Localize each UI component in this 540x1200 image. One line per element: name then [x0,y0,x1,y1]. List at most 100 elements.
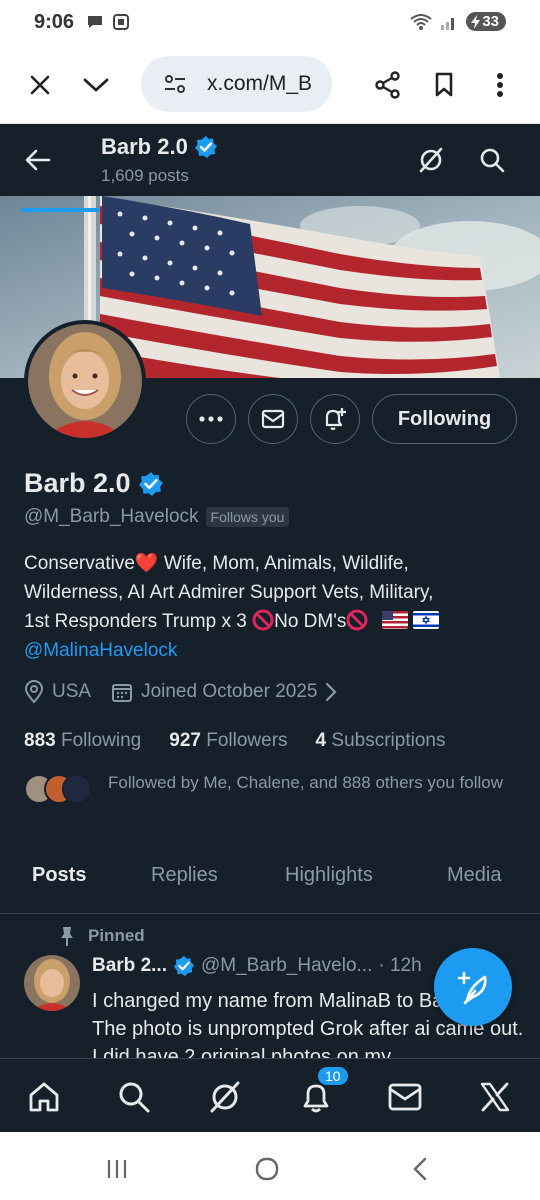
bio-mention-link[interactable]: @MalinaHavelock [24,636,524,665]
bio-line: Conservative❤️ Wife, Mom, Animals, Wildl… [24,553,409,574]
tab-highlights[interactable]: Highlights [285,864,373,887]
prohibited-icon [252,609,274,631]
minimize-button[interactable] [76,65,116,105]
browser-toolbar: x.com/M_B [0,46,540,124]
x-logo-icon [480,1082,510,1112]
location-icon [24,680,44,704]
grok-icon [419,147,443,173]
charging-icon [471,14,481,29]
chevron-right-icon[interactable] [325,682,338,702]
home-icon [29,1082,59,1112]
close-tab-button[interactable] [20,65,60,105]
back-system-button[interactable] [405,1154,435,1184]
bio-line: Wilderness, AI Art Admirer Support Vets,… [24,582,434,603]
back-arrow-icon [25,149,51,171]
profile-tabs: Posts Replies Highlights Media [0,846,540,914]
close-icon [30,75,50,95]
verified-badge-icon [194,136,217,158]
grok-icon [210,1081,240,1113]
x-app: Barb 2.0 1,609 posts Following Barb 2.0 … [0,124,540,1132]
back-chevron-icon [413,1157,427,1181]
tab-media[interactable]: Media [447,864,501,887]
signal-icon [441,17,455,30]
followed-by-row[interactable]: Followed by Me, Chalene, and 888 others … [24,770,524,820]
mail-icon [388,1083,422,1111]
nav-grok[interactable] [205,1077,245,1117]
status-notification-icons [86,13,130,31]
post-avatar[interactable] [24,955,80,1011]
more-vertical-icon [497,73,503,97]
bottom-navigation: 10 [0,1058,540,1132]
profile-counts: 883 Following 927 Followers 4 Subscripti… [24,730,445,752]
screenshot-status-icon [113,14,129,30]
notify-button[interactable] [310,394,360,444]
nav-home[interactable] [24,1077,64,1117]
prohibited-icon [346,609,368,631]
profile-avatar[interactable] [24,320,146,442]
tab-replies[interactable]: Replies [151,864,218,887]
nav-notifications[interactable]: 10 [296,1065,350,1117]
post-time: · 12h [378,955,422,976]
followed-by-text: Followed by Me, Chalene, and 888 others … [108,773,504,792]
us-flag-icon [381,611,408,629]
search-icon [480,148,505,173]
verified-badge-icon [173,955,195,977]
joined-text[interactable]: Joined October 2025 [141,681,317,703]
notify-add-icon [325,408,346,431]
post-header: Barb 2... @M_Barb_Havelo... · 12h [92,955,422,977]
site-settings-icon [165,75,185,93]
address-bar[interactable]: x.com/M_B [141,56,332,112]
nav-search[interactable] [114,1077,154,1117]
following-button[interactable]: Following [372,394,517,444]
wifi-icon [410,13,432,30]
share-button[interactable] [368,65,408,105]
compose-icon [457,971,487,1005]
calendar-icon [112,684,133,702]
post-handle: @M_Barb_Havelo... [200,955,373,976]
recents-icon [107,1160,127,1178]
subscriptions-count-link[interactable]: 4 Subscriptions [316,730,446,752]
message-status-icon [88,16,102,28]
follows-you-badge: Follows you [205,507,290,527]
back-button[interactable] [20,142,56,178]
bookmark-button[interactable] [424,65,464,105]
avatar-image [28,324,142,438]
notifications-badge: 10 [316,1065,350,1087]
israel-flag-icon [412,611,439,629]
recents-button[interactable] [102,1154,132,1184]
profile-meta: USA Joined October 2025 [24,680,338,704]
grok-button[interactable] [413,142,449,178]
search-button[interactable] [474,142,510,178]
active-tab-indicator [21,208,100,212]
profile-header-bar: Barb 2.0 1,609 posts [0,124,540,196]
verified-badge-icon [138,471,163,496]
location-text: USA [52,681,92,702]
profile-handle: @M_Barb_Havelock Follows you [24,506,290,528]
system-navigation-bar [0,1132,540,1200]
followers-count-link[interactable]: 927 Followers [169,730,287,752]
tab-posts[interactable]: Posts [32,864,86,887]
compose-button[interactable] [434,948,512,1026]
search-icon [119,1082,150,1113]
nav-messages[interactable] [385,1077,425,1117]
profile-name: Barb 2.0 [24,468,164,499]
status-bar: 9:06 33 [0,0,540,46]
pinned-label: Pinned [58,925,145,947]
bio-line: 1st Responders Trump x 3 No DM's [24,607,524,636]
bookmark-icon [435,72,453,97]
more-icon [199,416,223,422]
more-options-button[interactable] [186,394,236,444]
header-post-count: 1,609 posts [101,166,189,185]
nav-x-premium[interactable] [475,1077,515,1117]
following-count-link[interactable]: 883 Following [24,730,141,752]
post-author[interactable]: Barb 2... [92,955,167,977]
home-system-button[interactable] [252,1154,282,1184]
share-icon [375,71,400,99]
pin-icon [61,927,73,946]
status-time: 9:06 [34,11,75,33]
url-text: x.com/M_B [207,72,313,95]
message-button[interactable] [248,394,298,444]
battery-indicator: 33 [466,12,506,31]
browser-menu-button[interactable] [480,65,520,105]
header-name: Barb 2.0 [101,134,218,160]
